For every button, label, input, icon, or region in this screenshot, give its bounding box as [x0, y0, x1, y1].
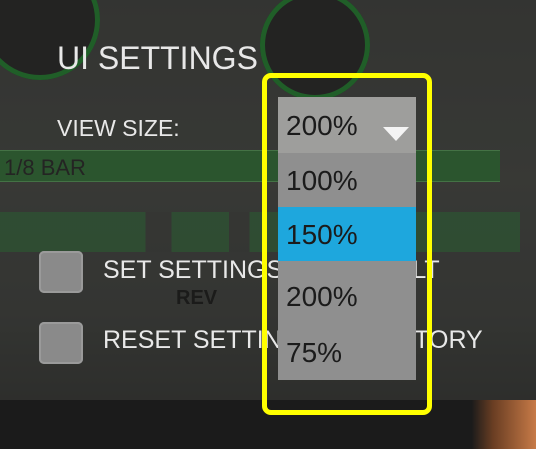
reset-factory-checkbox[interactable] — [39, 322, 83, 364]
view-size-label: VIEW SIZE: — [57, 115, 180, 141]
settings-title: UI SETTINGS — [57, 40, 258, 76]
set-default-checkbox[interactable] — [39, 251, 83, 293]
highlight-outline — [262, 73, 432, 415]
